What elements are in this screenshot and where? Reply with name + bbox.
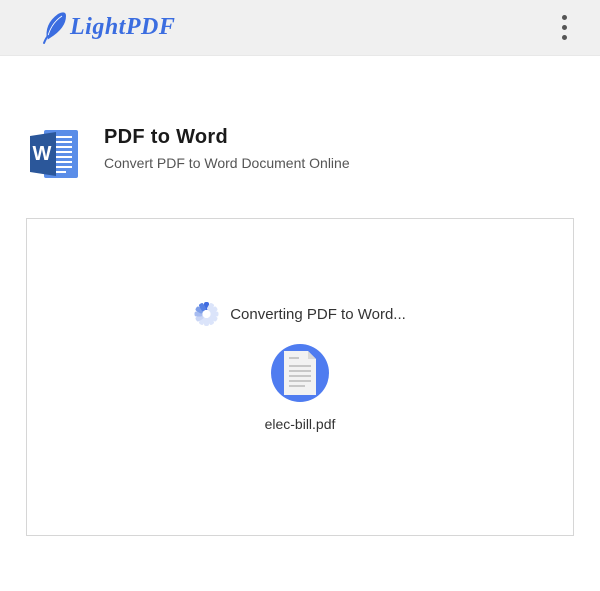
conversion-status-group: Converting PDF to Word... elec-bill.pdf — [194, 302, 406, 432]
page-heading-row: W PDF to Word Convert PDF to Word Docume… — [26, 126, 574, 182]
more-vertical-icon — [562, 15, 567, 20]
feather-icon — [40, 10, 70, 46]
main-content: W PDF to Word Convert PDF to Word Docume… — [0, 56, 600, 536]
page-title: PDF to Word — [104, 126, 350, 149]
conversion-panel: Converting PDF to Word... elec-bill.pdf — [26, 218, 574, 536]
file-thumbnail — [271, 344, 329, 402]
file-name: elec-bill.pdf — [265, 416, 336, 432]
word-document-icon: W — [26, 126, 82, 182]
loading-spinner-icon — [194, 302, 218, 326]
svg-text:W: W — [33, 143, 52, 165]
app-header: LightPDF — [0, 0, 600, 56]
brand-name: LightPDF — [70, 14, 175, 41]
more-menu-button[interactable] — [552, 10, 576, 46]
brand-logo[interactable]: LightPDF — [40, 8, 175, 48]
page-heading-text: PDF to Word Convert PDF to Word Document… — [104, 126, 350, 171]
conversion-status-text: Converting PDF to Word... — [230, 306, 406, 323]
status-row: Converting PDF to Word... — [194, 302, 406, 326]
page-subtitle: Convert PDF to Word Document Online — [104, 155, 350, 171]
document-file-icon — [280, 349, 320, 397]
